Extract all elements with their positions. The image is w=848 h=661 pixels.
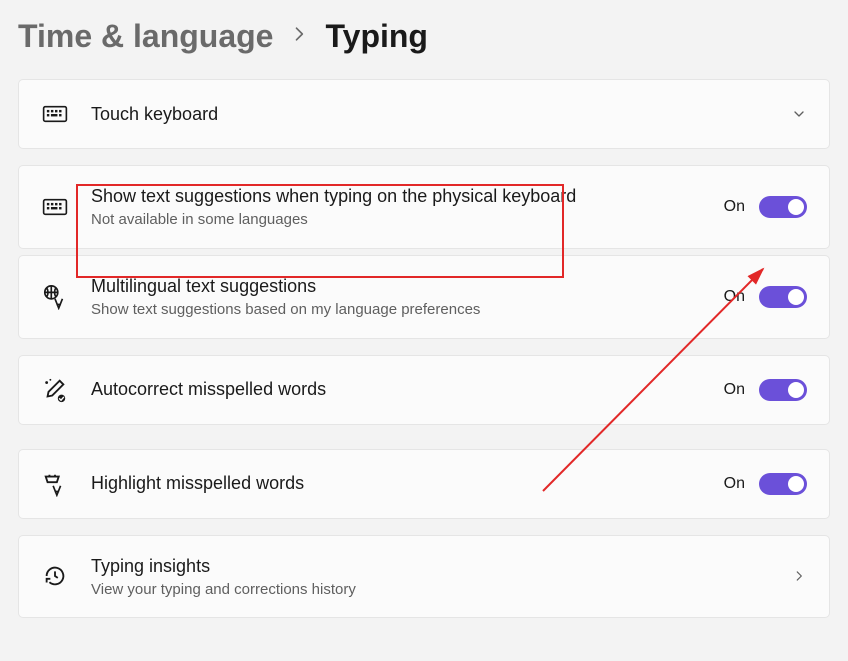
autocorrect-state: On [724, 381, 745, 399]
multilingual-body: Multilingual text suggestions Show text … [91, 274, 702, 320]
history-icon [41, 562, 69, 590]
breadcrumb-parent[interactable]: Time & language [18, 18, 273, 55]
touch-keyboard-row[interactable]: Touch keyboard [18, 79, 830, 149]
multilingual-toggle[interactable] [759, 286, 807, 308]
highlight-actions: On [724, 473, 807, 495]
highlight-body: Highlight misspelled words [91, 471, 702, 495]
autocorrect-row: Autocorrect misspelled words On [18, 355, 830, 425]
multilingual-row: Multilingual text suggestions Show text … [18, 255, 830, 339]
chevron-right-icon [289, 24, 309, 50]
text-suggestions-row: Show text suggestions when typing on the… [18, 165, 830, 249]
touch-keyboard-body: Touch keyboard [91, 102, 769, 126]
insights-title: Typing insights [91, 554, 769, 578]
multilingual-sub: Show text suggestions based on my langua… [91, 300, 702, 320]
globe-translate-icon [41, 283, 69, 311]
autocorrect-icon [41, 376, 69, 404]
autocorrect-toggle[interactable] [759, 379, 807, 401]
breadcrumb: Time & language Typing [0, 0, 848, 67]
highlight-toggle[interactable] [759, 473, 807, 495]
insights-actions [791, 568, 807, 584]
insights-sub: View your typing and corrections history [91, 580, 769, 600]
chevron-right-icon [791, 568, 807, 584]
text-suggestions-body: Show text suggestions when typing on the… [91, 184, 702, 230]
highlight-title: Highlight misspelled words [91, 471, 702, 495]
text-suggestions-title: Show text suggestions when typing on the… [91, 184, 702, 208]
keyboard-icon [41, 193, 69, 221]
keyboard-icon [41, 100, 69, 128]
chevron-down-icon [791, 106, 807, 122]
autocorrect-body: Autocorrect misspelled words [91, 377, 702, 401]
insights-row[interactable]: Typing insights View your typing and cor… [18, 535, 830, 619]
autocorrect-actions: On [724, 379, 807, 401]
touch-keyboard-actions [791, 106, 807, 122]
breadcrumb-current: Typing [325, 18, 428, 55]
multilingual-title: Multilingual text suggestions [91, 274, 702, 298]
insights-body: Typing insights View your typing and cor… [91, 554, 769, 600]
touch-keyboard-title: Touch keyboard [91, 102, 769, 126]
text-suggestions-actions: On [724, 196, 807, 218]
text-suggestions-toggle[interactable] [759, 196, 807, 218]
highlight-row: Highlight misspelled words On [18, 449, 830, 519]
text-suggestions-sub: Not available in some languages [91, 210, 702, 230]
highlight-state: On [724, 475, 745, 493]
autocorrect-title: Autocorrect misspelled words [91, 377, 702, 401]
text-suggestions-state: On [724, 198, 745, 216]
settings-content: Touch keyboard Show text suggestions whe… [0, 67, 848, 618]
highlight-misspell-icon [41, 470, 69, 498]
multilingual-actions: On [724, 286, 807, 308]
multilingual-state: On [724, 288, 745, 306]
